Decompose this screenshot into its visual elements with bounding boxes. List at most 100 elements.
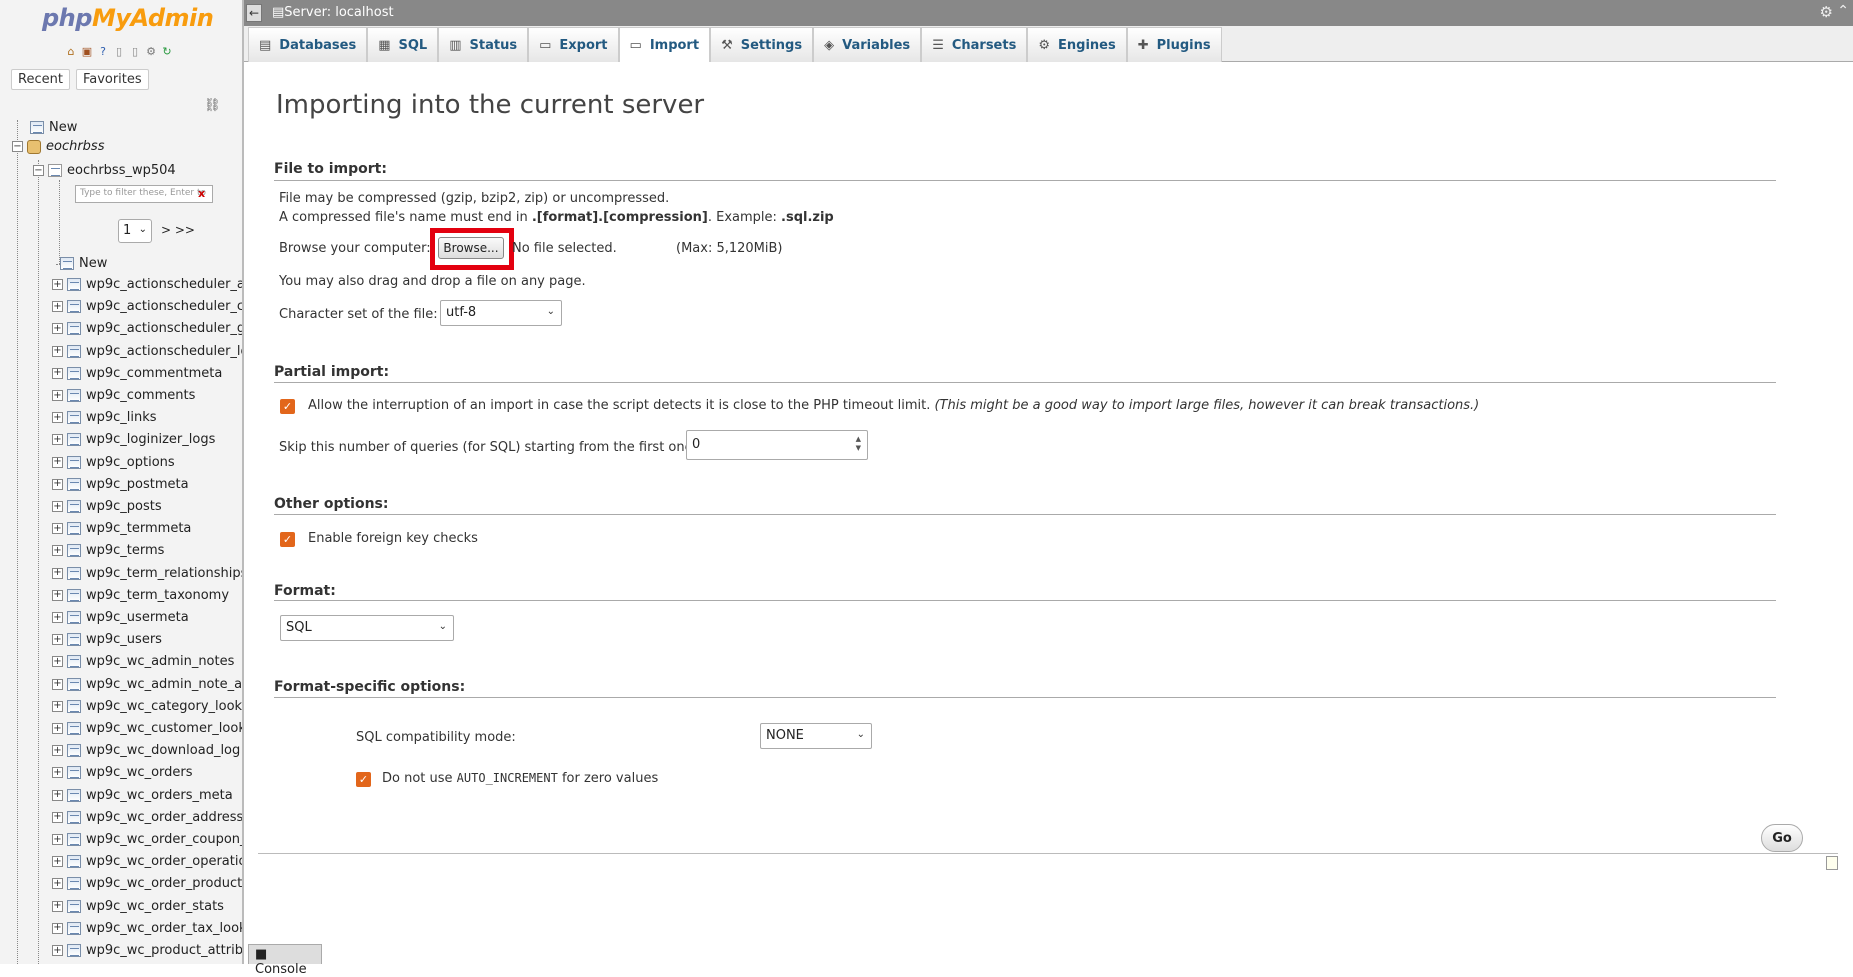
tree-table-item[interactable]: + wp9c_users bbox=[52, 632, 162, 647]
clear-filter-icon[interactable]: x bbox=[198, 187, 205, 200]
page-scroll-icon[interactable] bbox=[1826, 856, 1838, 870]
tab-variables[interactable]: ◈ Variables bbox=[813, 27, 922, 62]
expand-icon[interactable]: + bbox=[52, 367, 63, 379]
tree-table-item[interactable]: + wp9c_term_relationships bbox=[52, 566, 242, 581]
tree-database[interactable]: − eochrbss bbox=[12, 139, 104, 154]
tree-table-item[interactable]: + wp9c_loginizer_logs bbox=[52, 432, 215, 447]
collapse-nav-button[interactable]: ← bbox=[246, 4, 262, 22]
tree-new-table[interactable]: New bbox=[56, 256, 107, 271]
tab-settings[interactable]: ⚒ Settings bbox=[710, 27, 814, 62]
tree-table-item[interactable]: + wp9c_actionscheduler_lo bbox=[52, 344, 242, 359]
docs-icon[interactable]: ▯ bbox=[112, 44, 126, 58]
go-button[interactable]: Go bbox=[1761, 824, 1803, 852]
tree-table-item[interactable]: + wp9c_wc_order_coupon_ bbox=[52, 832, 242, 847]
foreign-key-checkbox[interactable]: ✓ bbox=[280, 532, 295, 547]
expand-icon[interactable]: + bbox=[52, 612, 63, 623]
logout-icon[interactable]: ▣ bbox=[80, 44, 94, 58]
expand-icon[interactable]: + bbox=[52, 390, 63, 401]
expand-icon[interactable]: + bbox=[52, 678, 63, 690]
compat-mode-select[interactable]: NONE ⌄ bbox=[760, 723, 872, 749]
tree-table-item[interactable]: + wp9c_termmeta bbox=[52, 521, 191, 536]
tree-table-item[interactable]: + wp9c_wc_order_stats bbox=[52, 899, 224, 914]
tree-table-item[interactable]: + wp9c_wc_order_tax_look bbox=[52, 921, 242, 936]
expand-icon[interactable]: + bbox=[52, 634, 63, 646]
expand-icon[interactable]: + bbox=[52, 501, 63, 512]
gear-icon[interactable]: ⚙ bbox=[144, 44, 158, 58]
expand-icon[interactable]: + bbox=[52, 834, 63, 845]
favorites-tab[interactable]: Favorites bbox=[75, 69, 149, 90]
tree-table-item[interactable]: + wp9c_comments bbox=[52, 388, 195, 403]
tree-table-item[interactable]: + wp9c_actionscheduler_a bbox=[52, 277, 242, 292]
expand-icon[interactable]: + bbox=[52, 656, 63, 668]
tab-sql[interactable]: ▦ SQL bbox=[367, 27, 439, 62]
tree-table-item[interactable]: + wp9c_terms bbox=[52, 543, 164, 558]
tab-engines[interactable]: ⚙ Engines bbox=[1027, 27, 1127, 62]
collapse-icon[interactable]: − bbox=[12, 141, 23, 152]
auto-increment-checkbox[interactable]: ✓ bbox=[356, 772, 371, 787]
page-select[interactable]: 1 ⌄ bbox=[118, 219, 152, 243]
tree-table-item[interactable]: + wp9c_term_taxonomy bbox=[52, 588, 229, 603]
collapse-top-icon[interactable]: ⌃ bbox=[1837, 3, 1849, 19]
docs-page-icon[interactable]: ▯ bbox=[128, 44, 142, 58]
expand-icon[interactable]: + bbox=[52, 456, 63, 468]
expand-icon[interactable]: + bbox=[52, 523, 63, 535]
tree-table-item[interactable]: + wp9c_actionscheduler_cl bbox=[52, 299, 242, 314]
expand-icon[interactable]: + bbox=[52, 922, 63, 934]
expand-icon[interactable]: + bbox=[52, 279, 63, 290]
expand-icon[interactable]: + bbox=[52, 878, 63, 890]
expand-icon[interactable]: + bbox=[52, 856, 63, 868]
expand-icon[interactable]: + bbox=[52, 811, 63, 823]
format-select[interactable]: SQL ⌄ bbox=[280, 615, 454, 641]
expand-icon[interactable]: + bbox=[52, 745, 63, 757]
page-settings-icon[interactable]: ⚙ bbox=[1820, 3, 1833, 21]
expand-icon[interactable]: + bbox=[52, 412, 63, 424]
tab-export[interactable]: ▭ Export bbox=[528, 27, 619, 62]
expand-icon[interactable]: + bbox=[52, 723, 63, 734]
tree-new-database[interactable]: New bbox=[30, 120, 77, 135]
tree-table-item[interactable]: + wp9c_links bbox=[52, 410, 157, 425]
expand-icon[interactable]: + bbox=[52, 700, 63, 712]
tree-table-item[interactable]: + wp9c_wc_order_operatio bbox=[52, 854, 242, 869]
expand-icon[interactable]: + bbox=[52, 789, 63, 801]
tab-status[interactable]: ▥ Status bbox=[438, 27, 529, 62]
recent-tab[interactable]: Recent bbox=[11, 69, 70, 90]
tree-table-item[interactable]: + wp9c_commentmeta bbox=[52, 366, 222, 381]
tree-table-item[interactable]: + wp9c_posts bbox=[52, 499, 162, 514]
expand-icon[interactable]: + bbox=[52, 434, 63, 446]
expand-icon[interactable]: + bbox=[52, 478, 63, 490]
allow-interrupt-checkbox[interactable]: ✓ bbox=[280, 399, 295, 414]
tree-table-item[interactable]: + wp9c_wc_product_attribu bbox=[52, 943, 242, 958]
expand-icon[interactable]: + bbox=[52, 900, 63, 912]
skip-queries-input[interactable]: 0 ▲ ▼ bbox=[686, 430, 868, 460]
tab-plugins[interactable]: ✚ Plugins bbox=[1126, 27, 1222, 62]
tree-table-item[interactable]: + wp9c_actionscheduler_g bbox=[52, 321, 242, 336]
tree-table-item[interactable]: + wp9c_wc_download_log bbox=[52, 743, 240, 758]
expand-icon[interactable]: + bbox=[52, 545, 63, 557]
tree-table-item[interactable]: + wp9c_postmeta bbox=[52, 477, 189, 492]
expand-icon[interactable]: + bbox=[52, 767, 63, 779]
charset-select[interactable]: utf-8 ⌄ bbox=[440, 300, 562, 326]
home-icon[interactable]: ⌂ bbox=[64, 44, 78, 58]
tree-table-item[interactable]: + wp9c_usermeta bbox=[52, 610, 189, 625]
tree-table-item[interactable]: + wp9c_wc_customer_look bbox=[52, 721, 242, 736]
server-breadcrumb[interactable]: ▤Server: localhost bbox=[272, 5, 394, 20]
expand-icon[interactable]: + bbox=[52, 323, 63, 335]
tree-table-item[interactable]: + wp9c_wc_category_looku bbox=[52, 699, 242, 714]
tab-databases[interactable]: ▤ Databases bbox=[248, 27, 368, 62]
table-filter-input[interactable]: Type to filter these, Enter to bbox=[75, 185, 213, 203]
tree-table-item[interactable]: + wp9c_wc_admin_note_ac bbox=[52, 677, 242, 692]
reload-icon[interactable]: ↻ bbox=[160, 44, 174, 58]
tab-charsets[interactable]: ☰ Charsets bbox=[921, 27, 1028, 62]
spinner-icon[interactable]: ▲ ▼ bbox=[856, 435, 861, 453]
expand-icon[interactable]: + bbox=[52, 567, 63, 579]
expand-icon[interactable]: + bbox=[52, 589, 63, 601]
tree-schema[interactable]: − eochrbss_wp504 bbox=[33, 163, 176, 178]
page-next-link[interactable]: > >> bbox=[161, 223, 195, 237]
tab-import[interactable]: ▭ Import bbox=[618, 27, 711, 63]
help-icon[interactable]: ? bbox=[96, 44, 110, 58]
expand-icon[interactable]: + bbox=[52, 945, 63, 956]
tree-table-item[interactable]: + wp9c_wc_admin_notes bbox=[52, 654, 234, 669]
phpmyadmin-logo[interactable]: phpMyAdmin bbox=[42, 4, 214, 32]
tree-table-item[interactable]: + wp9c_wc_orders bbox=[52, 765, 193, 780]
tree-table-item[interactable]: + wp9c_wc_order_product_ bbox=[52, 876, 242, 891]
